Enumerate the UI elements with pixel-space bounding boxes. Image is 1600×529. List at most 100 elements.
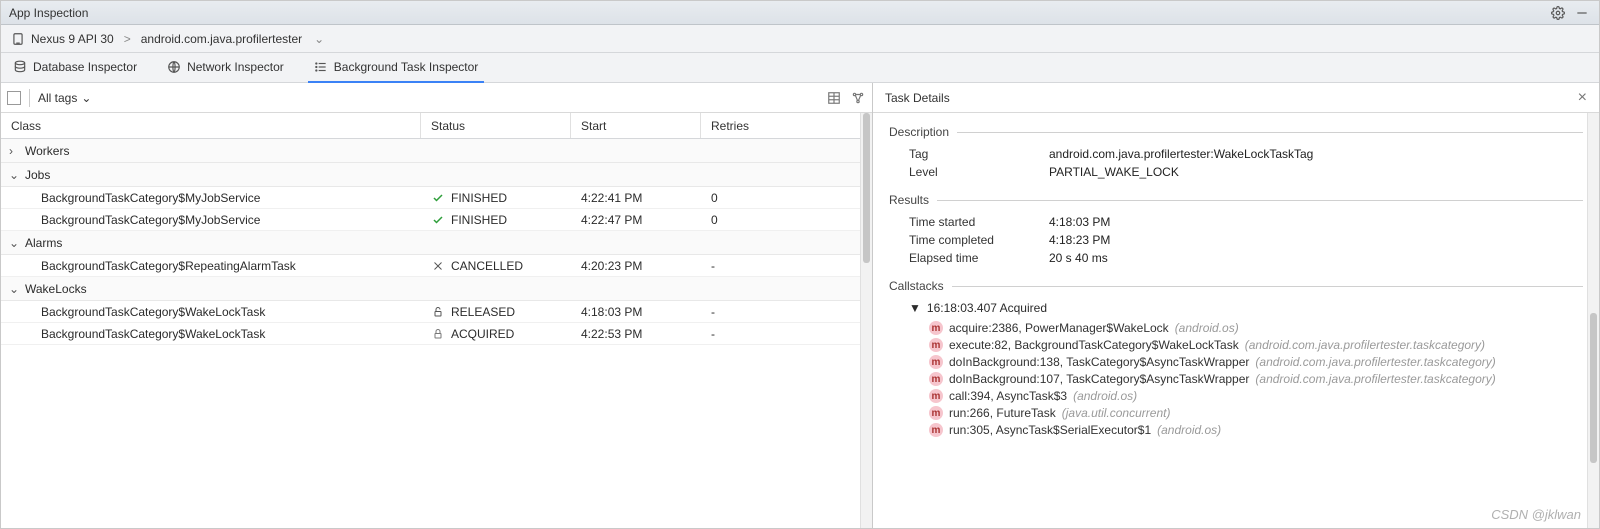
inspector-tabs: Database Inspector Network Inspector Bac… [1,53,1599,83]
breadcrumb-separator: > [124,32,131,46]
method-badge-icon: m [929,423,943,437]
col-header-status[interactable]: Status [421,113,571,138]
details-title: Task Details [885,91,1578,105]
time-completed-label: Time completed [909,233,1049,247]
graph-view-icon[interactable] [850,90,866,106]
table-view-icon[interactable] [826,90,842,106]
stack-package: (android.os) [1073,389,1137,403]
tags-filter[interactable]: All tags ⌄ [38,91,91,105]
stack-frame[interactable]: mdoInBackground:107, TaskCategory$AsyncT… [929,372,1583,386]
device-name: Nexus 9 API 30 [31,32,114,46]
stop-icon[interactable] [7,91,21,105]
group-row[interactable]: ⌄Jobs [1,163,872,187]
stack-frame[interactable]: mrun:305, AsyncTask$SerialExecutor$1 (an… [929,423,1583,437]
cell-retries: - [701,305,872,319]
col-header-retries[interactable]: Retries [701,113,872,138]
status-icon [431,305,445,319]
stack-frame[interactable]: mexecute:82, BackgroundTaskCategory$Wake… [929,338,1583,352]
status-text: CANCELLED [451,259,523,273]
device-process-bar[interactable]: Nexus 9 API 30 > android.com.java.profil… [1,25,1599,53]
group-name: Workers [25,144,69,158]
cell-class: BackgroundTaskCategory$WakeLockTask [1,305,421,319]
stack-signature: run:266, FutureTask [949,406,1056,420]
status-text: FINISHED [451,191,507,205]
cell-status: CANCELLED [421,259,571,273]
cell-status: FINISHED [421,191,571,205]
status-text: FINISHED [451,213,507,227]
device-icon [11,32,25,46]
tool-window: App Inspection Nexus 9 API 30 > android.… [0,0,1600,529]
triangle-down-icon: ▼ [909,301,921,315]
stack-frame[interactable]: mcall:394, AsyncTask$3 (android.os) [929,389,1583,403]
tab-background-task-inspector[interactable]: Background Task Inspector [308,53,485,83]
tab-label: Database Inspector [33,60,137,74]
cell-retries: - [701,327,872,341]
gear-icon[interactable] [1549,4,1567,22]
callstacks-section: Callstacks ▼ 16:18:03.407 Acquired macqu… [889,279,1583,437]
tag-value: android.com.java.profilertester:WakeLock… [1049,147,1313,161]
cell-start: 4:18:03 PM [571,305,701,319]
process-name: android.com.java.profilertester [141,32,302,46]
tab-label: Background Task Inspector [334,60,479,74]
tab-network-inspector[interactable]: Network Inspector [161,53,290,83]
callstack-header[interactable]: ▼ 16:18:03.407 Acquired [909,301,1583,315]
stack-package: (android.com.java.profilertester.taskcat… [1255,372,1495,386]
section-label: Callstacks [889,279,944,293]
method-badge-icon: m [929,406,943,420]
table-row[interactable]: BackgroundTaskCategory$WakeLockTask RELEA… [1,301,872,323]
status-text: ACQUIRED [451,327,514,341]
group-row[interactable]: ⌄WakeLocks [1,277,872,301]
stack-frame[interactable]: mdoInBackground:138, TaskCategory$AsyncT… [929,355,1583,369]
status-icon [431,327,445,341]
cell-start: 4:22:47 PM [571,213,701,227]
col-header-start[interactable]: Start [571,113,701,138]
database-icon [13,60,27,74]
group-row[interactable]: ⌄Alarms [1,231,872,255]
details-pane: Task Details × Description Tagandroid.co… [873,83,1599,528]
section-label: Description [889,125,949,139]
table-row[interactable]: BackgroundTaskCategory$WakeLockTaskACQUI… [1,323,872,345]
method-badge-icon: m [929,389,943,403]
table-row[interactable]: BackgroundTaskCategory$MyJobServiceFINIS… [1,209,872,231]
cell-status: RELEASED [421,305,571,319]
scrollbar[interactable] [1587,113,1599,528]
table-row[interactable]: BackgroundTaskCategory$MyJobServiceFINIS… [1,187,872,209]
elapsed-label: Elapsed time [909,251,1049,265]
scrollbar-thumb[interactable] [1590,313,1597,463]
tag-label: Tag [909,147,1049,161]
scrollbar[interactable] [860,113,872,528]
stack-frame[interactable]: macquire:2386, PowerManager$WakeLock (an… [929,321,1583,335]
method-badge-icon: m [929,372,943,386]
col-header-class[interactable]: Class [1,113,421,138]
chevron-down-icon: ⌄ [81,91,91,105]
scrollbar-thumb[interactable] [863,113,870,263]
stack-package: (java.util.concurrent) [1062,406,1171,420]
watermark: CSDN @jklwan [1491,507,1581,522]
callstack-header-text: 16:18:03.407 Acquired [927,301,1047,315]
elapsed-value: 20 s 40 ms [1049,251,1108,265]
status-icon [431,191,445,205]
tool-window-header: App Inspection [1,1,1599,25]
group-row[interactable]: › Workers [1,139,872,163]
chevron-down-icon: ⌄ [9,282,19,296]
tab-database-inspector[interactable]: Database Inspector [7,53,143,83]
minimize-icon[interactable] [1573,4,1591,22]
table-row[interactable]: BackgroundTaskCategory$RepeatingAlarmTas… [1,255,872,277]
stack-package: (android.os) [1157,423,1221,437]
stack-frame[interactable]: m run:266, FutureTask (java.util.concurre… [929,406,1583,420]
split-pane: All tags ⌄ Class Status Start Retries [1,83,1599,528]
cell-start: 4:22:41 PM [571,191,701,205]
status-icon [431,213,445,227]
filter-bar: All tags ⌄ [1,83,872,113]
tags-filter-label: All tags [38,91,77,105]
stack-package: (android.com.java.profilertester.taskcat… [1245,338,1485,352]
callstack-list: macquire:2386, PowerManager$WakeLock (an… [889,321,1583,437]
section-label: Results [889,193,929,207]
status-text: RELEASED [451,305,515,319]
separator [29,89,30,107]
method-badge-icon: m [929,321,943,335]
chevron-right-icon: › [9,144,19,158]
close-icon[interactable]: × [1578,89,1587,107]
globe-icon [167,60,181,74]
method-badge-icon: m [929,355,943,369]
